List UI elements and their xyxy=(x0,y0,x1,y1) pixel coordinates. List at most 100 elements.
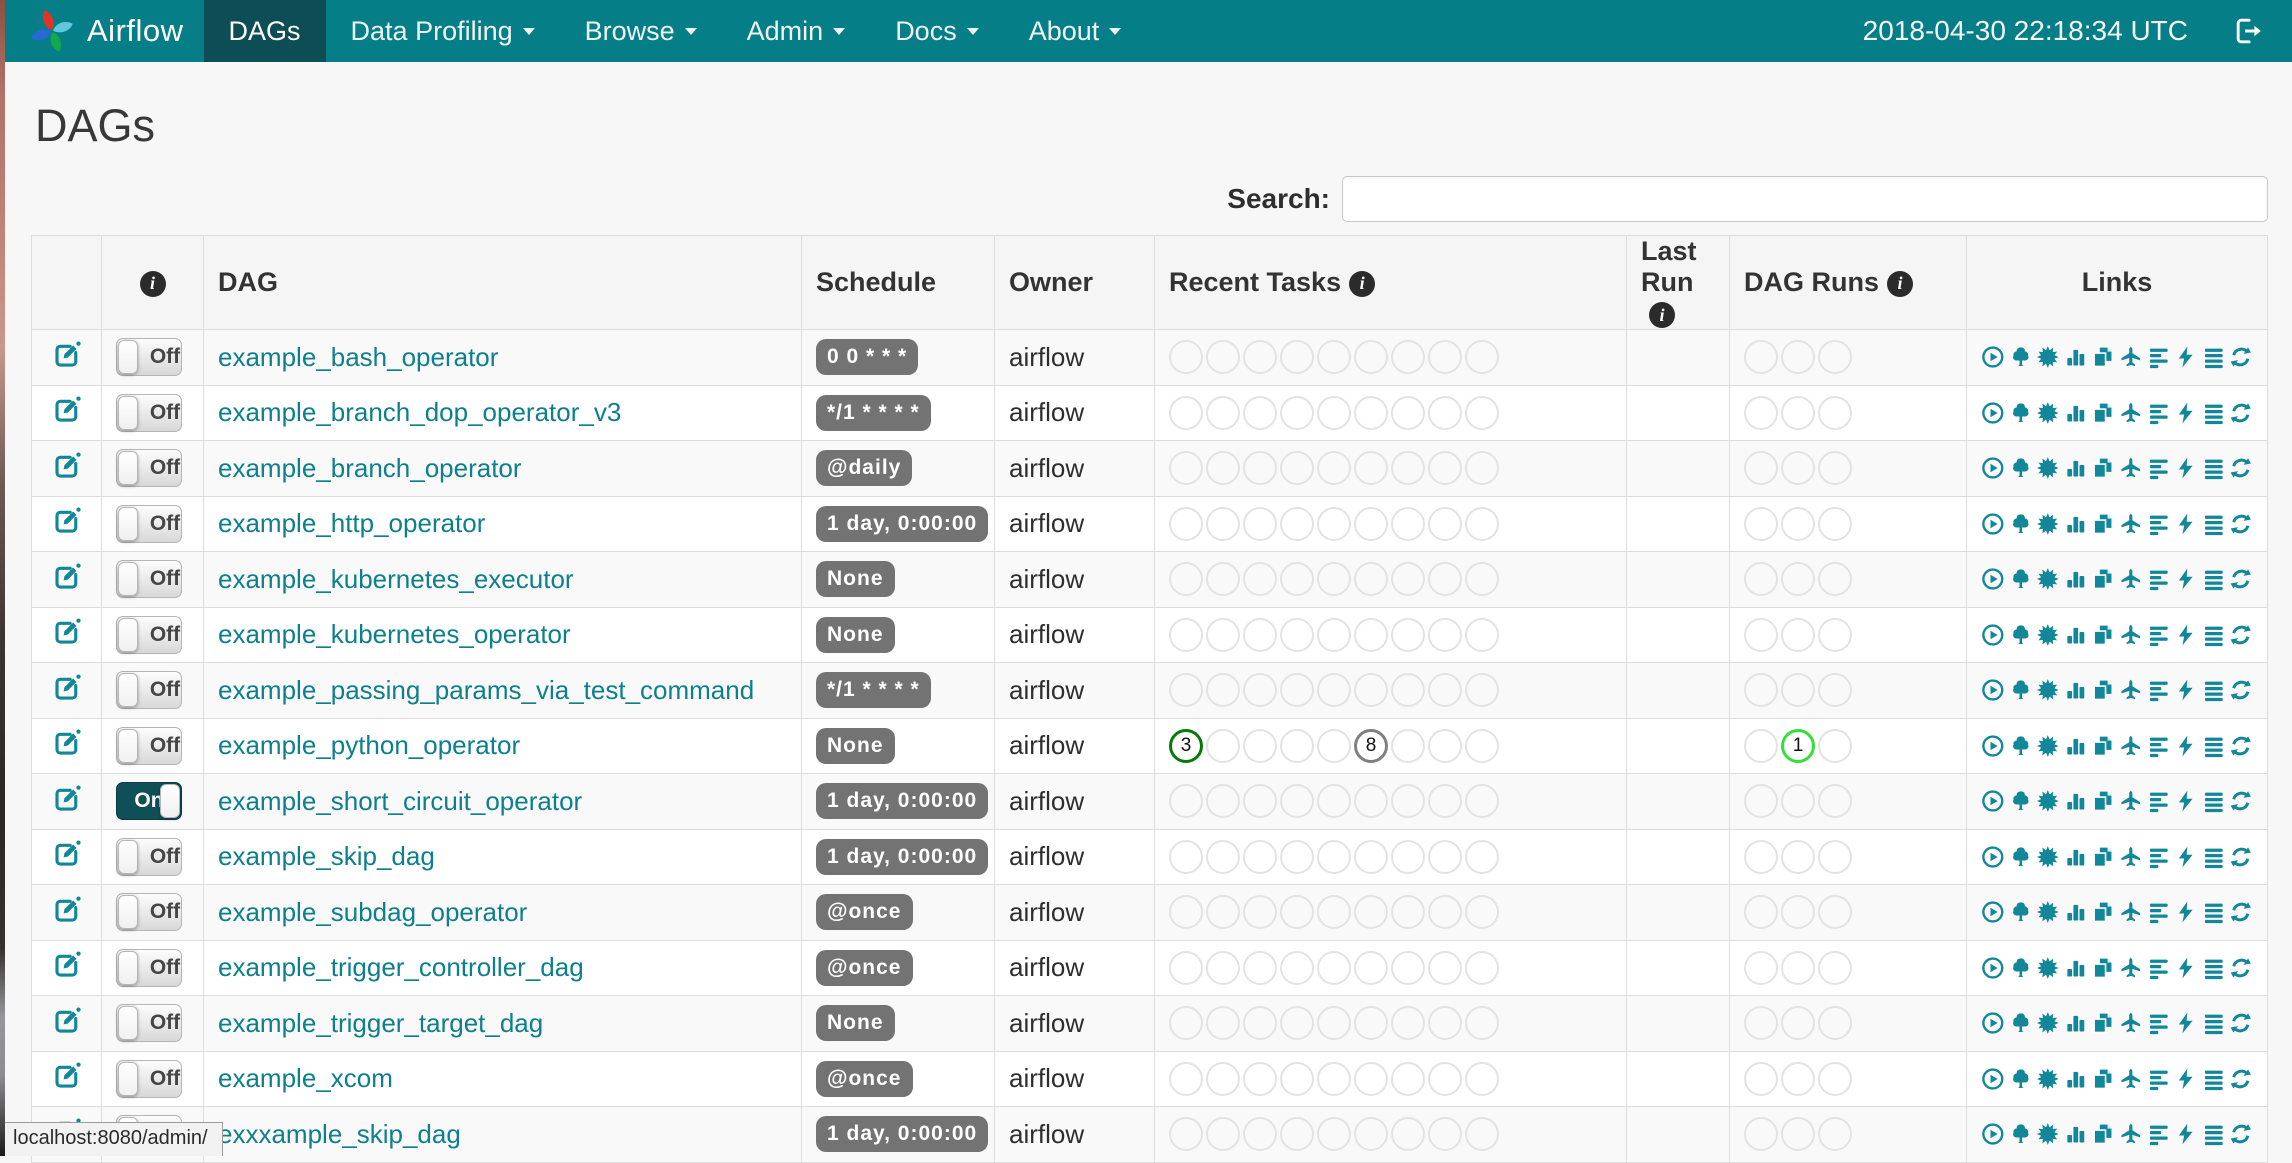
task-state-circle[interactable] xyxy=(1465,451,1499,486)
schedule-badge[interactable]: None xyxy=(816,616,895,653)
task-state-circle[interactable] xyxy=(1317,395,1351,430)
dag-run-state-circle[interactable] xyxy=(1744,839,1778,874)
trigger-dag-icon[interactable] xyxy=(1981,1010,2005,1036)
task-state-circle[interactable] xyxy=(1206,1117,1240,1152)
dag-link[interactable]: exxxample_skip_dag xyxy=(218,1119,461,1149)
dag-run-state-circle[interactable] xyxy=(1781,950,1815,985)
dag-pause-toggle[interactable]: Off xyxy=(116,1059,182,1098)
task-state-circle[interactable] xyxy=(1465,728,1499,763)
landing-times-icon[interactable] xyxy=(2119,566,2143,592)
dag-link[interactable]: example_skip_dag xyxy=(218,841,435,871)
task-state-circle[interactable] xyxy=(1206,340,1240,375)
task-state-circle[interactable] xyxy=(1317,728,1351,763)
task-state-circle[interactable] xyxy=(1465,506,1499,541)
dag-link[interactable]: example_python_operator xyxy=(218,730,520,760)
schedule-badge[interactable]: 1 day, 0:00:00 xyxy=(816,838,989,875)
dag-run-state-circle[interactable] xyxy=(1744,950,1778,985)
refresh-icon[interactable] xyxy=(2229,566,2253,592)
graph-view-icon[interactable] xyxy=(2036,455,2060,481)
tree-view-icon[interactable] xyxy=(2009,899,2033,925)
graph-view-icon[interactable] xyxy=(2036,511,2060,537)
dag-run-state-circle[interactable] xyxy=(1818,784,1852,819)
graph-view-icon[interactable] xyxy=(2036,677,2060,703)
edit-dag-icon[interactable] xyxy=(52,340,82,370)
task-state-circle[interactable] xyxy=(1391,728,1425,763)
refresh-icon[interactable] xyxy=(2229,733,2253,759)
task-state-circle[interactable] xyxy=(1391,451,1425,486)
task-state-circle[interactable] xyxy=(1465,1061,1499,1096)
task-state-circle[interactable] xyxy=(1428,617,1462,652)
logs-icon[interactable] xyxy=(2202,455,2226,481)
gantt-view-icon[interactable] xyxy=(2147,955,2171,981)
trigger-dag-icon[interactable] xyxy=(1981,733,2005,759)
nav-item-docs[interactable]: Docs xyxy=(870,0,1004,62)
edit-dag-icon[interactable] xyxy=(52,562,82,592)
schedule-badge[interactable]: 1 day, 0:00:00 xyxy=(816,783,989,820)
task-state-circle[interactable] xyxy=(1243,617,1277,652)
logs-icon[interactable] xyxy=(2202,1066,2226,1092)
task-state-circle[interactable] xyxy=(1169,673,1203,708)
dag-pause-toggle[interactable]: Off xyxy=(116,615,182,654)
graph-view-icon[interactable] xyxy=(2036,400,2060,426)
dag-link[interactable]: example_passing_params_via_test_command xyxy=(218,675,754,705)
dag-run-state-circle[interactable] xyxy=(1818,617,1852,652)
code-view-icon[interactable] xyxy=(2174,677,2198,703)
schedule-badge[interactable]: None xyxy=(816,561,895,598)
task-state-circle[interactable] xyxy=(1206,784,1240,819)
task-state-circle[interactable] xyxy=(1428,728,1462,763)
logs-icon[interactable] xyxy=(2202,733,2226,759)
task-state-circle[interactable] xyxy=(1243,395,1277,430)
task-state-circle[interactable] xyxy=(1317,562,1351,597)
refresh-icon[interactable] xyxy=(2229,622,2253,648)
task-state-circle[interactable]: 8 xyxy=(1354,728,1388,763)
dag-run-state-circle[interactable] xyxy=(1744,784,1778,819)
task-tries-icon[interactable] xyxy=(2091,955,2115,981)
task-state-circle[interactable] xyxy=(1354,1061,1388,1096)
tree-view-icon[interactable] xyxy=(2009,733,2033,759)
dag-run-state-circle[interactable] xyxy=(1744,617,1778,652)
task-state-circle[interactable] xyxy=(1428,950,1462,985)
landing-times-icon[interactable] xyxy=(2119,1010,2143,1036)
graph-view-icon[interactable] xyxy=(2036,566,2060,592)
task-state-circle[interactable] xyxy=(1391,1061,1425,1096)
task-state-circle[interactable] xyxy=(1243,451,1277,486)
sign-out-icon[interactable] xyxy=(2232,15,2264,47)
task-state-circle[interactable] xyxy=(1391,1117,1425,1152)
tree-view-icon[interactable] xyxy=(2009,344,2033,370)
task-state-circle[interactable] xyxy=(1169,340,1203,375)
task-state-circle[interactable] xyxy=(1354,1117,1388,1152)
tree-view-icon[interactable] xyxy=(2009,566,2033,592)
tasks-duration-icon[interactable] xyxy=(2064,566,2088,592)
code-view-icon[interactable] xyxy=(2174,622,2198,648)
refresh-icon[interactable] xyxy=(2229,788,2253,814)
code-view-icon[interactable] xyxy=(2174,733,2198,759)
schedule-badge[interactable]: */1 * * * * xyxy=(816,394,931,431)
graph-view-icon[interactable] xyxy=(2036,955,2060,981)
task-state-circle[interactable] xyxy=(1391,673,1425,708)
task-tries-icon[interactable] xyxy=(2091,1121,2115,1147)
refresh-icon[interactable] xyxy=(2229,844,2253,870)
tasks-duration-icon[interactable] xyxy=(2064,1010,2088,1036)
graph-view-icon[interactable] xyxy=(2036,733,2060,759)
dag-run-state-circle[interactable]: 1 xyxy=(1781,728,1815,763)
task-state-circle[interactable] xyxy=(1391,1006,1425,1041)
task-state-circle[interactable] xyxy=(1169,506,1203,541)
dag-pause-toggle[interactable]: Off xyxy=(116,837,182,876)
schedule-badge[interactable]: @once xyxy=(816,894,913,931)
edit-dag-icon[interactable] xyxy=(52,950,82,980)
task-state-circle[interactable] xyxy=(1169,839,1203,874)
task-state-circle[interactable] xyxy=(1243,1061,1277,1096)
dag-run-state-circle[interactable] xyxy=(1818,451,1852,486)
dag-run-state-circle[interactable] xyxy=(1744,395,1778,430)
dag-run-state-circle[interactable] xyxy=(1818,895,1852,930)
edit-dag-icon[interactable] xyxy=(52,1006,82,1036)
tasks-duration-icon[interactable] xyxy=(2064,955,2088,981)
landing-times-icon[interactable] xyxy=(2119,455,2143,481)
task-state-circle[interactable] xyxy=(1243,562,1277,597)
logs-icon[interactable] xyxy=(2202,400,2226,426)
task-state-circle[interactable] xyxy=(1354,617,1388,652)
gantt-view-icon[interactable] xyxy=(2147,400,2171,426)
task-state-circle[interactable] xyxy=(1317,617,1351,652)
dag-run-state-circle[interactable] xyxy=(1744,728,1778,763)
task-state-circle[interactable] xyxy=(1317,784,1351,819)
